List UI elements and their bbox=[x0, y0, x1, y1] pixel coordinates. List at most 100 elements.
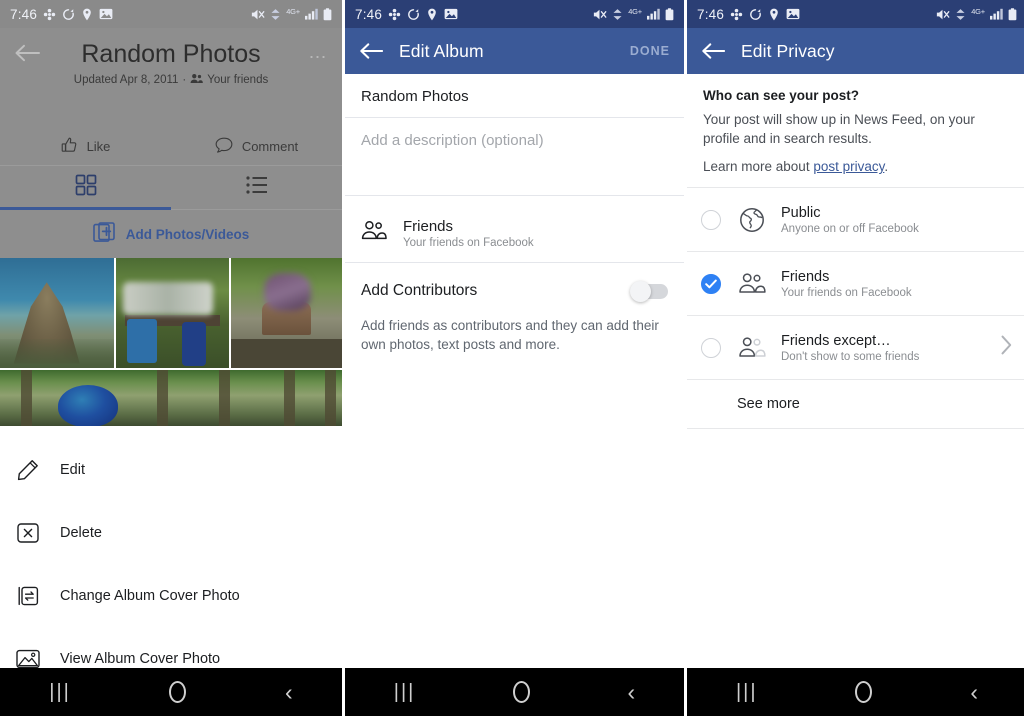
done-button[interactable]: DONE bbox=[630, 44, 670, 58]
audience-title: Friends bbox=[403, 218, 454, 235]
audience-subtitle: Your friends on Facebook bbox=[403, 237, 534, 249]
back-button[interactable]: ‹ bbox=[285, 680, 293, 704]
nfc-icon bbox=[612, 8, 623, 21]
status-bar-clock: 7:46 bbox=[355, 6, 383, 22]
privacy-option-friends[interactable]: Friends Your friends on Facebook bbox=[687, 251, 1024, 315]
battery-icon bbox=[323, 7, 332, 21]
album-photo-thumbnail[interactable] bbox=[0, 370, 342, 426]
post-privacy-link[interactable]: post privacy bbox=[813, 159, 884, 174]
add-photo-icon bbox=[92, 221, 117, 247]
battery-icon bbox=[1008, 7, 1017, 21]
album-hero: ⋯ Random Photos Updated Apr 8, 2011 · Yo… bbox=[0, 28, 342, 128]
page-title: Edit Album bbox=[399, 40, 484, 61]
nfc-icon bbox=[270, 8, 281, 21]
mute-icon bbox=[593, 8, 607, 21]
nfc-icon bbox=[955, 8, 966, 21]
back-arrow-icon[interactable] bbox=[701, 42, 725, 60]
friends-except-icon bbox=[737, 336, 767, 360]
overflow-menu-icon[interactable]: ⋯ bbox=[309, 48, 329, 66]
privacy-question: Who can see your post? bbox=[703, 88, 860, 103]
recents-button[interactable]: ||| bbox=[394, 681, 416, 704]
sync-icon bbox=[749, 8, 762, 21]
option-title: Friends bbox=[781, 268, 830, 285]
album-action-row: Like Comment bbox=[0, 128, 342, 166]
android-navigation-bar: ||| ‹ bbox=[345, 668, 684, 716]
menu-item-label: Delete bbox=[60, 524, 102, 541]
recents-button[interactable]: ||| bbox=[736, 681, 758, 704]
menu-item-delete[interactable]: Delete bbox=[0, 501, 342, 564]
home-button[interactable] bbox=[169, 681, 187, 703]
back-arrow-icon[interactable] bbox=[359, 42, 383, 60]
battery-icon bbox=[665, 7, 674, 21]
see-more-button[interactable]: See more bbox=[687, 379, 1024, 429]
home-button[interactable] bbox=[855, 681, 873, 703]
album-title: Random Photos bbox=[81, 40, 261, 68]
recents-button[interactable]: ||| bbox=[49, 681, 71, 704]
album-photo-thumbnail[interactable] bbox=[231, 258, 342, 368]
back-button[interactable]: ‹ bbox=[628, 680, 636, 704]
tab-grid-view[interactable] bbox=[0, 166, 171, 209]
album-view-tabs bbox=[0, 166, 342, 210]
audience-selector-row[interactable]: Friends Your friends on Facebook bbox=[345, 205, 684, 263]
shortcut-icon bbox=[730, 8, 743, 21]
album-subtitle-sep: · bbox=[182, 74, 187, 86]
radio-button[interactable] bbox=[701, 209, 721, 230]
shortcut-icon bbox=[388, 8, 401, 21]
android-navigation-bar: ||| ‹ bbox=[687, 668, 1024, 716]
privacy-option-public[interactable]: Public Anyone on or off Facebook bbox=[687, 187, 1024, 251]
comment-button[interactable]: Comment bbox=[171, 128, 342, 165]
screenshot-icon bbox=[786, 8, 800, 20]
radio-button[interactable] bbox=[701, 337, 721, 358]
panel-edit-privacy: 7:46 4G+ Edit Privacy Who can see your p… bbox=[687, 0, 1024, 716]
photo-grid-row bbox=[0, 258, 342, 368]
status-bar-left: 7:46 bbox=[10, 7, 113, 22]
comment-label: Comment bbox=[241, 139, 299, 154]
radio-button-selected[interactable] bbox=[701, 273, 721, 294]
menu-item-edit[interactable]: Edit bbox=[0, 438, 342, 501]
privacy-header: Who can see your post? Your post will sh… bbox=[687, 74, 1024, 174]
learn-more-text: Learn more about post privacy. bbox=[703, 159, 1011, 174]
status-bar-left: 7:46 bbox=[697, 7, 800, 22]
delete-x-icon bbox=[16, 522, 40, 543]
status-bar: 7:46 4G+ bbox=[687, 0, 1024, 28]
album-subtitle: Updated Apr 8, 2011 · Your friends bbox=[0, 73, 342, 87]
tab-list-view[interactable] bbox=[171, 166, 342, 209]
add-contributors-toggle[interactable] bbox=[630, 280, 668, 302]
home-button[interactable] bbox=[512, 681, 530, 703]
status-bar-right: 4G+ bbox=[593, 7, 674, 21]
album-updated-text: Updated Apr 8, 2011 bbox=[73, 74, 179, 86]
album-audience-text: Your friends bbox=[207, 74, 269, 86]
menu-item-change-album-cover-photo[interactable]: Change Album Cover Photo bbox=[0, 564, 342, 627]
option-subtitle: Don't show to some friends bbox=[781, 350, 920, 363]
privacy-option-friends-except[interactable]: Friends except… Don't show to some frien… bbox=[687, 315, 1024, 379]
thumbs-up-icon bbox=[61, 137, 78, 157]
add-contributors-row[interactable]: Add Contributors bbox=[345, 263, 684, 306]
album-photo-thumbnail[interactable] bbox=[116, 258, 229, 368]
like-button[interactable]: Like bbox=[0, 128, 171, 165]
signal-icon bbox=[305, 8, 318, 20]
location-icon bbox=[768, 8, 780, 21]
back-button[interactable]: ‹ bbox=[970, 680, 978, 704]
album-photo-thumbnail[interactable] bbox=[0, 258, 114, 368]
status-bar-right: 4G+ bbox=[936, 7, 1017, 21]
back-arrow-icon[interactable] bbox=[14, 44, 40, 67]
menu-item-label: Change Album Cover Photo bbox=[60, 587, 240, 604]
swap-photo-icon bbox=[16, 585, 40, 607]
option-title: Public bbox=[781, 204, 821, 221]
add-photos-videos-label: Add Photos/Videos bbox=[125, 226, 250, 242]
grid-icon bbox=[75, 174, 97, 201]
sync-icon bbox=[407, 8, 420, 21]
edit-album-app-bar: Edit Album DONE bbox=[345, 28, 684, 74]
album-description-field[interactable]: Add a description (optional) bbox=[345, 118, 684, 196]
privacy-explanation: Your post will show up in News Feed, on … bbox=[703, 112, 975, 146]
edit-privacy-app-bar: Edit Privacy bbox=[687, 28, 1024, 74]
photo-grid-row bbox=[0, 370, 342, 426]
three-panel-screenshot: 7:46 4G+ ⋯ Random Photos Updated Apr 8, … bbox=[0, 0, 1024, 716]
add-photos-videos-button[interactable]: Add Photos/Videos bbox=[0, 210, 342, 258]
option-title: Friends except… bbox=[781, 332, 891, 349]
chevron-right-icon[interactable] bbox=[1000, 335, 1013, 360]
panel-album-view: 7:46 4G+ ⋯ Random Photos Updated Apr 8, … bbox=[0, 0, 342, 716]
album-name-field[interactable]: Random Photos bbox=[345, 74, 684, 118]
screenshot-icon bbox=[444, 8, 458, 20]
status-bar-clock: 7:46 bbox=[697, 6, 725, 22]
